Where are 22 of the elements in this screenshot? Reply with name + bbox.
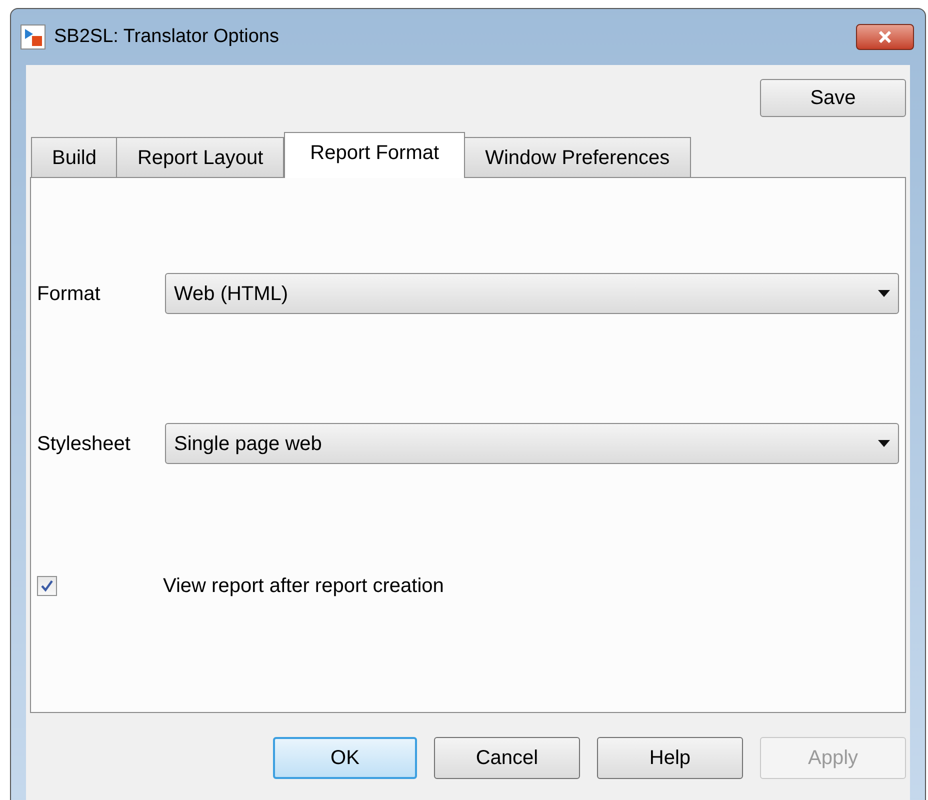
checkbox-label: View report after report creation xyxy=(163,574,444,599)
dropdown[interactable]: Single page web xyxy=(165,423,899,464)
window-title: SB2SL: Translator Options xyxy=(54,24,279,49)
caret-icon xyxy=(878,290,890,297)
field-label: Format xyxy=(37,282,102,306)
caret-icon xyxy=(878,440,890,447)
save-button[interactable]: Save xyxy=(760,79,906,117)
dialog-button[interactable]: Help xyxy=(597,737,743,779)
tab[interactable]: Window Preferences xyxy=(464,137,691,177)
dialog-button[interactable]: Cancel xyxy=(434,737,580,779)
tab[interactable]: Report Format xyxy=(284,132,466,178)
dialog-button[interactable]: OK xyxy=(273,737,417,779)
field-label: Stylesheet xyxy=(37,432,132,456)
dropdown-value: Single page web xyxy=(174,432,323,456)
tab[interactable]: Build xyxy=(31,137,118,177)
close-icon xyxy=(878,31,892,43)
tab[interactable]: Report Layout xyxy=(116,137,284,177)
dropdown-value: Web (HTML) xyxy=(174,282,290,306)
checkbox[interactable] xyxy=(37,576,57,596)
app-icon xyxy=(20,24,46,50)
dropdown[interactable]: Web (HTML) xyxy=(165,273,899,314)
close-button[interactable] xyxy=(856,24,914,50)
